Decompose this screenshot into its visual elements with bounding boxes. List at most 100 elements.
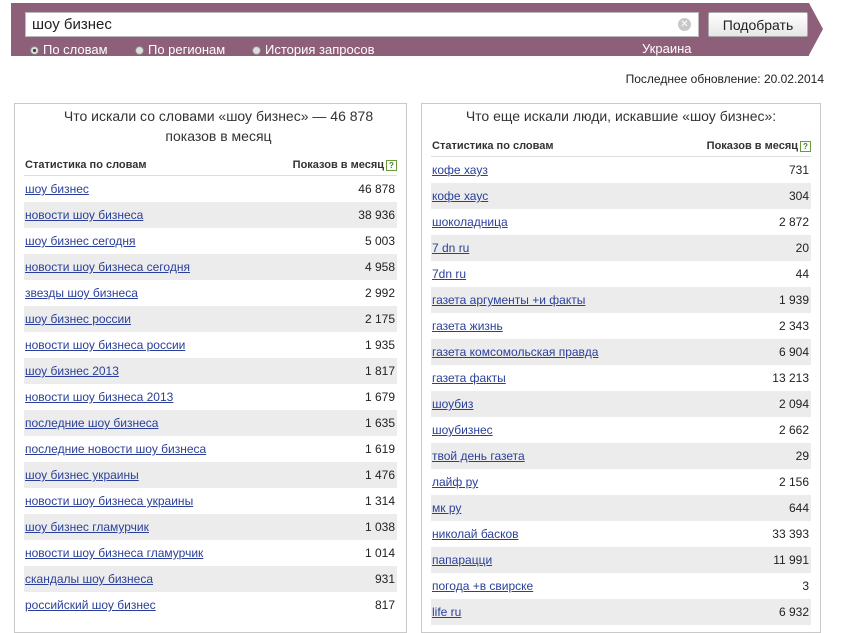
right-rows: кофе хауз 731 кофе хаус 304 шоколадница 2 872… [431, 157, 811, 625]
table-row: газета аргументы +и факты 1 939 [431, 287, 811, 313]
mode-label: По словам [43, 42, 108, 57]
shows-count: 644 [788, 501, 809, 515]
phrase-link[interactable]: шоу бизнес [25, 176, 89, 202]
phrase-link[interactable]: газета факты [432, 365, 506, 391]
radio-icon[interactable] [252, 46, 261, 55]
region-selector[interactable]: Украина [642, 41, 692, 57]
shows-count: 20 [795, 241, 809, 255]
radio-checked-icon[interactable] [30, 46, 39, 55]
phrase-link[interactable]: 7dn ru [432, 261, 466, 287]
shows-count: 931 [374, 572, 395, 586]
table-row: папарацци 11 991 [431, 547, 811, 573]
phrase-link[interactable]: твой день газета [432, 443, 525, 469]
phrase-link[interactable]: погода +в свирске [432, 573, 533, 599]
shows-count: 1 038 [364, 520, 395, 534]
phrase-link[interactable]: шоу бизнес россии [25, 306, 131, 332]
phrase-link[interactable]: life ru [432, 599, 461, 625]
phrase-link[interactable]: новости шоу бизнеса украины [25, 488, 193, 514]
shows-count: 1 935 [364, 338, 395, 352]
phrase-link[interactable]: звезды шоу бизнеса [25, 280, 138, 306]
search-button[interactable]: Подобрать [708, 12, 808, 37]
table-row: скандалы шоу бизнеса 931 [24, 566, 397, 592]
table-row: новости шоу бизнеса сегодня 4 958 [24, 254, 397, 280]
table-row: шоу бизнес гламурчик 1 038 [24, 514, 397, 540]
phrase-link[interactable]: шоу бизнес 2013 [25, 358, 119, 384]
phrase-link[interactable]: шоу бизнес сегодня [25, 228, 136, 254]
shows-count: 5 003 [364, 234, 395, 248]
left-panel: Что искали со словами «шоу бизнес» — 46 … [14, 103, 407, 633]
col-words: Статистика по словам [432, 140, 554, 152]
clear-icon[interactable]: ✕ [678, 18, 691, 31]
table-row: мк ру 644 [431, 495, 811, 521]
phrase-link[interactable]: лайф ру [432, 469, 478, 495]
mode-label: История запросов [265, 42, 375, 57]
col-shows-label: Показов в месяц [706, 140, 798, 152]
mode-by-words[interactable]: По словам [30, 42, 108, 58]
shows-count: 46 878 [358, 182, 395, 196]
shows-count: 1 476 [364, 468, 395, 482]
table-row: новости шоу бизнеса 38 936 [24, 202, 397, 228]
mode-history[interactable]: История запросов [252, 42, 375, 58]
shows-count: 1 939 [778, 293, 809, 307]
phrase-link[interactable]: 7 dn ru [432, 235, 469, 261]
table-row: шоу бизнес россии 2 175 [24, 306, 397, 332]
shows-count: 731 [788, 163, 809, 177]
phrase-link[interactable]: последние новости шоу бизнеса [25, 436, 206, 462]
phrase-link[interactable]: кофе хаус [432, 183, 488, 209]
phrase-link[interactable]: газета аргументы +и факты [432, 287, 585, 313]
phrase-link[interactable]: шоу бизнес гламурчик [25, 514, 149, 540]
phrase-link[interactable]: новости шоу бизнеса гламурчик [25, 540, 203, 566]
phrase-link[interactable]: газета комсомольская правда [432, 339, 598, 365]
search-input[interactable] [32, 15, 672, 34]
left-rows: шоу бизнес 46 878 новости шоу бизнеса 38 93… [24, 176, 397, 618]
table-row: шоубизнес 2 662 [431, 417, 811, 443]
shows-count: 2 872 [778, 215, 809, 229]
phrase-link[interactable]: папарацци [432, 547, 492, 573]
right-table-header: Статистика по словам Показов в месяц? [431, 138, 811, 157]
shows-count: 2 992 [364, 286, 395, 300]
phrase-link[interactable]: новости шоу бизнеса россии [25, 332, 185, 358]
shows-count: 11 991 [773, 553, 809, 567]
shows-count: 38 936 [358, 208, 395, 222]
table-row: погода +в свирске 3 [431, 573, 811, 599]
shows-count: 6 904 [778, 345, 809, 359]
shows-count: 6 932 [778, 605, 809, 619]
left-panel-title: Что искали со словами «шоу бизнес» — 46 … [63, 108, 374, 144]
phrase-link[interactable]: новости шоу бизнеса 2013 [25, 384, 173, 410]
phrase-link[interactable]: шоубиз [432, 391, 473, 417]
phrase-link[interactable]: мк ру [432, 495, 461, 521]
mode-by-regions[interactable]: По регионам [135, 42, 225, 58]
phrase-link[interactable]: газета жизнь [432, 313, 503, 339]
shows-count: 44 [795, 267, 809, 281]
help-icon[interactable]: ? [800, 141, 811, 152]
table-row: life ru 6 932 [431, 599, 811, 625]
phrase-link[interactable]: шоколадница [432, 209, 508, 235]
table-row: кофе хаус 304 [431, 183, 811, 209]
search-box[interactable]: ✕ [25, 12, 699, 37]
shows-count: 3 [802, 579, 809, 593]
help-icon[interactable]: ? [386, 160, 397, 171]
table-row: лайф ру 2 156 [431, 469, 811, 495]
table-row: николай басков 33 393 [431, 521, 811, 547]
table-row: российский шоу бизнес 817 [24, 592, 397, 618]
shows-count: 4 958 [364, 260, 395, 274]
shows-count: 1 014 [364, 546, 395, 560]
last-updated: Последнее обновление: 20.02.2014 [625, 72, 824, 86]
radio-icon[interactable] [135, 46, 144, 55]
shows-count: 2 156 [778, 475, 809, 489]
phrase-link[interactable]: новости шоу бизнеса [25, 202, 143, 228]
table-row: шоубиз 2 094 [431, 391, 811, 417]
phrase-link[interactable]: кофе хауз [432, 157, 488, 183]
shows-count: 817 [374, 598, 395, 612]
phrase-link[interactable]: последние шоу бизнеса [25, 410, 158, 436]
phrase-link[interactable]: скандалы шоу бизнеса [25, 566, 153, 592]
phrase-link[interactable]: российский шоу бизнес [25, 592, 156, 618]
phrase-link[interactable]: шоубизнес [432, 417, 493, 443]
shows-count: 1 635 [364, 416, 395, 430]
search-bar: ✕ Подобрать По словам По регионам Истори… [11, 3, 809, 58]
shows-count: 1 619 [364, 442, 395, 456]
right-panel-title: Что еще искали люди, искавшие «шоу бизне… [465, 108, 777, 124]
phrase-link[interactable]: новости шоу бизнеса сегодня [25, 254, 190, 280]
phrase-link[interactable]: николай басков [432, 521, 519, 547]
phrase-link[interactable]: шоу бизнес украины [25, 462, 139, 488]
